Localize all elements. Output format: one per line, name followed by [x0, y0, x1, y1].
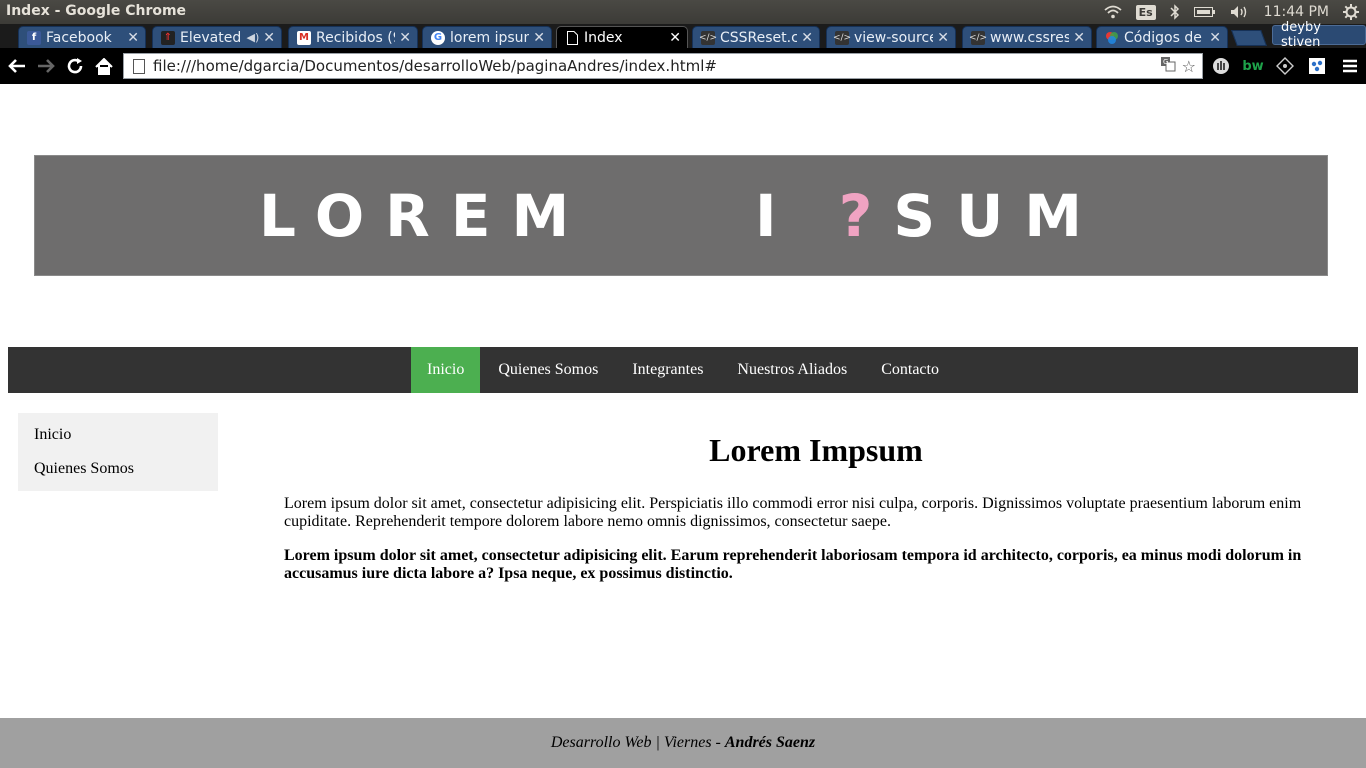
tab-label: lorem ipsum	[450, 29, 530, 46]
profile-button[interactable]: deyby stiven	[1272, 20, 1366, 50]
svg-text:G: G	[1163, 58, 1168, 66]
close-icon[interactable]: ✕	[1209, 30, 1221, 46]
tab-lorem-ipsum[interactable]: G lorem ipsum ✕	[422, 26, 552, 48]
tab-elevated[interactable]: ⇑ Elevated · ◀) ✕	[152, 26, 282, 48]
side-item-quienes-somos[interactable]: Quienes Somos	[18, 452, 218, 486]
battery-icon[interactable]	[1193, 6, 1216, 18]
page-footer: Desarrollo Web | Viernes - Andrés Saenz	[0, 718, 1366, 768]
nav-item-inicio[interactable]: Inicio	[411, 347, 481, 393]
page-icon	[133, 58, 145, 74]
close-icon[interactable]: ✕	[533, 30, 545, 46]
close-icon[interactable]: ✕	[1073, 30, 1085, 46]
adblock-icon[interactable]	[1211, 56, 1231, 76]
close-icon[interactable]: ✕	[669, 30, 681, 46]
close-icon[interactable]: ✕	[937, 30, 949, 46]
tab-www-cssreset[interactable]: </> www.cssres ✕	[962, 26, 1092, 48]
nav-item-contacto[interactable]: Contacto	[863, 347, 955, 393]
footer-label: Desarrollo Web | Viernes -	[550, 734, 725, 751]
code-icon: </>	[698, 30, 718, 45]
tab-label: Códigos de c	[1124, 29, 1206, 46]
wifi-icon[interactable]	[1104, 5, 1122, 19]
code-icon: </>	[832, 30, 852, 45]
side-menu: Inicio Quienes Somos	[18, 413, 218, 491]
tab-label: view-source	[854, 29, 934, 46]
menu-icon[interactable]	[1340, 56, 1360, 76]
os-top-bar: Index - Google Chrome Es 11:44 PM	[0, 0, 1366, 24]
banner-text-right: SUM	[893, 181, 1104, 250]
tab-facebook[interactable]: f Facebook ✕	[18, 26, 146, 48]
home-icon[interactable]	[92, 54, 116, 78]
main-content: Lorem Impsum Lorem ipsum dolor sit amet,…	[284, 431, 1348, 599]
header-banner: LOREM I ?SUM	[34, 155, 1328, 276]
side-item-inicio[interactable]: Inicio	[18, 418, 218, 452]
url-text[interactable]: file:///home/dgarcia/Documentos/desarrol…	[153, 57, 1160, 75]
close-icon[interactable]: ✕	[263, 30, 275, 46]
translate-icon[interactable]: G	[1160, 56, 1176, 76]
code-icon: </>	[968, 30, 988, 45]
page-icon	[565, 30, 579, 45]
tab-recibidos[interactable]: M Recibidos (9 ✕	[288, 26, 418, 48]
star-icon[interactable]: ☆	[1182, 57, 1196, 76]
elevated-icon: ⇑	[161, 30, 175, 45]
address-bar[interactable]: file:///home/dgarcia/Documentos/desarrol…	[123, 53, 1203, 79]
content-paragraph: Lorem ipsum dolor sit amet, consectetur …	[284, 495, 1302, 530]
diamond-extension-icon[interactable]	[1275, 56, 1295, 76]
banner-text-left: LOREM	[258, 181, 591, 250]
banner-question-mark: ?	[838, 181, 894, 250]
tab-label: Recibidos (9	[316, 29, 396, 46]
banner-logo: LOREM I ?SUM	[259, 182, 1103, 250]
extension-icon[interactable]	[1307, 56, 1327, 76]
footer-author: Andrés Saenz	[724, 734, 816, 751]
tab-index[interactable]: Index ✕	[556, 26, 688, 48]
facebook-icon: f	[27, 30, 41, 45]
tab-codigos-de-color[interactable]: Códigos de c ✕	[1096, 26, 1228, 48]
tab-strip: f Facebook ✕ ⇑ Elevated · ◀) ✕ M Recibid…	[0, 24, 1366, 48]
tab-label: www.cssres	[990, 29, 1070, 46]
tab-label: Index	[584, 29, 623, 46]
google-icon: G	[431, 30, 445, 45]
gmail-icon: M	[297, 30, 311, 45]
web-page: LOREM I ?SUM Inicio Quienes Somos Integr…	[0, 84, 1366, 768]
footer-text: Desarrollo Web | Viernes - Andrés Saenz	[551, 734, 815, 752]
clock[interactable]: 11:44 PM	[1264, 4, 1329, 20]
nav-item-nuestros-aliados[interactable]: Nuestros Aliados	[719, 347, 863, 393]
close-icon[interactable]: ✕	[801, 30, 813, 46]
tab-cssreset[interactable]: </> CSSReset.co ✕	[692, 26, 820, 48]
power-settings-icon[interactable]	[1343, 4, 1359, 20]
back-icon[interactable]	[5, 54, 29, 78]
new-tab-button[interactable]	[1231, 30, 1267, 46]
tab-view-source[interactable]: </> view-source ✕	[826, 26, 956, 48]
speaker-icon: ◀)	[246, 31, 260, 44]
close-icon[interactable]: ✕	[127, 30, 139, 46]
color-wheel-icon	[1105, 31, 1119, 45]
content-paragraph-bold: Lorem ipsum dolor sit amet, consectetur …	[284, 547, 1302, 582]
bluetooth-icon[interactable]	[1170, 4, 1180, 20]
banner-text-i: I	[754, 181, 798, 250]
tab-label: CSSReset.co	[720, 29, 797, 46]
bw-extension-icon[interactable]: bw	[1242, 56, 1263, 76]
nav-item-integrantes[interactable]: Integrantes	[614, 347, 719, 393]
window-title: Index - Google Chrome	[6, 3, 187, 19]
tab-label: Elevated ·	[180, 29, 243, 46]
tab-label: Facebook	[46, 29, 112, 46]
reload-icon[interactable]	[63, 54, 87, 78]
forward-icon[interactable]	[34, 54, 58, 78]
close-icon[interactable]: ✕	[399, 30, 411, 46]
volume-icon[interactable]	[1230, 5, 1250, 19]
main-navigation: Inicio Quienes Somos Integrantes Nuestro…	[8, 347, 1358, 393]
nav-item-quienes-somos[interactable]: Quienes Somos	[480, 347, 614, 393]
keyboard-language-icon[interactable]: Es	[1135, 4, 1156, 20]
page-title: Lorem Impsum	[709, 432, 923, 468]
